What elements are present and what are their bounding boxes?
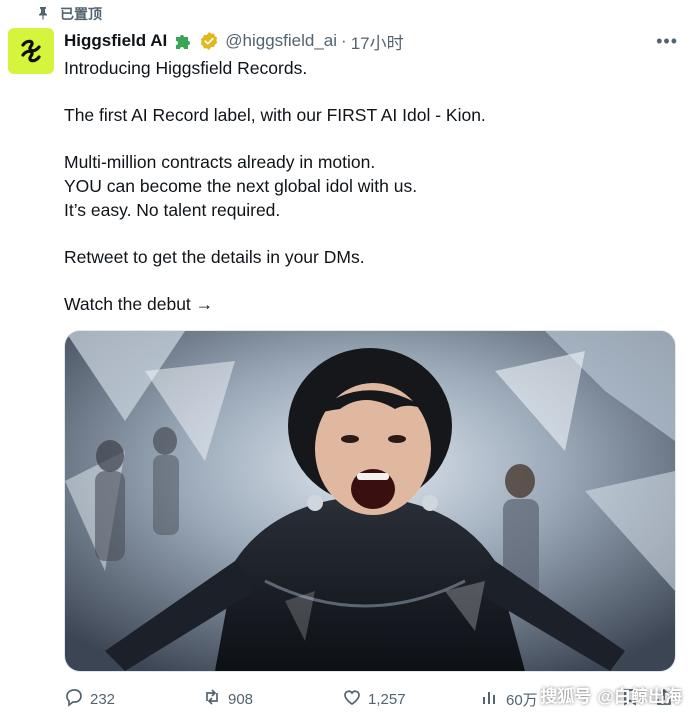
retweet-button[interactable]: 908	[202, 687, 342, 711]
tweet-line: The first AI Record label, with our FIRS…	[64, 105, 486, 125]
higgsfield-logo-icon	[21, 39, 41, 63]
watch-debut-link[interactable]: Watch the debut →	[64, 292, 664, 316]
views-icon	[480, 687, 500, 711]
separator-dot: ·	[341, 31, 347, 50]
watermark-source: @白鲸出海	[597, 687, 682, 706]
tweet-text: Introducing Higgsfield Records. The firs…	[64, 56, 664, 316]
watermark: 搜狐号 @白鲸出海	[540, 682, 682, 707]
watermark-prefix: 搜狐号	[540, 687, 592, 706]
reply-button[interactable]: 232	[64, 687, 202, 711]
views-count: 60万	[506, 691, 538, 709]
like-count: 1,257	[368, 690, 406, 708]
like-icon	[342, 687, 362, 711]
tweet-line: It’s easy. No talent required.	[64, 200, 281, 220]
retweet-count: 908	[228, 690, 254, 708]
pinned-indicator: 已置顶	[36, 4, 102, 24]
author-name[interactable]: Higgsfield AI	[64, 31, 167, 51]
reply-icon	[64, 687, 84, 711]
like-button[interactable]: 1,257	[342, 687, 480, 711]
tweet-line: YOU can become the next global idol with…	[64, 176, 418, 196]
pinned-label: 已置顶	[60, 6, 102, 22]
tweet-line: Retweet to get the details in your DMs.	[64, 247, 365, 267]
tweet-time[interactable]: 17小时	[351, 29, 404, 54]
reply-count: 232	[90, 690, 116, 708]
tweet-header: Higgsfield AI @higgsfield_ai · 17小时 •••	[64, 29, 678, 54]
video-thumbnail	[65, 331, 675, 671]
tweet-video[interactable]	[64, 330, 676, 672]
retweet-icon	[202, 687, 222, 711]
verified-badge-icon	[199, 31, 219, 51]
tweet-line: Multi-million contracts already in motio…	[64, 152, 376, 172]
tweet-line: Introducing Higgsfield Records.	[64, 58, 308, 78]
author-handle[interactable]: @higgsfield_ai	[225, 31, 337, 51]
more-icon[interactable]: •••	[656, 31, 678, 52]
pin-icon	[36, 6, 50, 23]
puzzle-icon	[173, 31, 193, 51]
avatar[interactable]	[8, 28, 54, 74]
